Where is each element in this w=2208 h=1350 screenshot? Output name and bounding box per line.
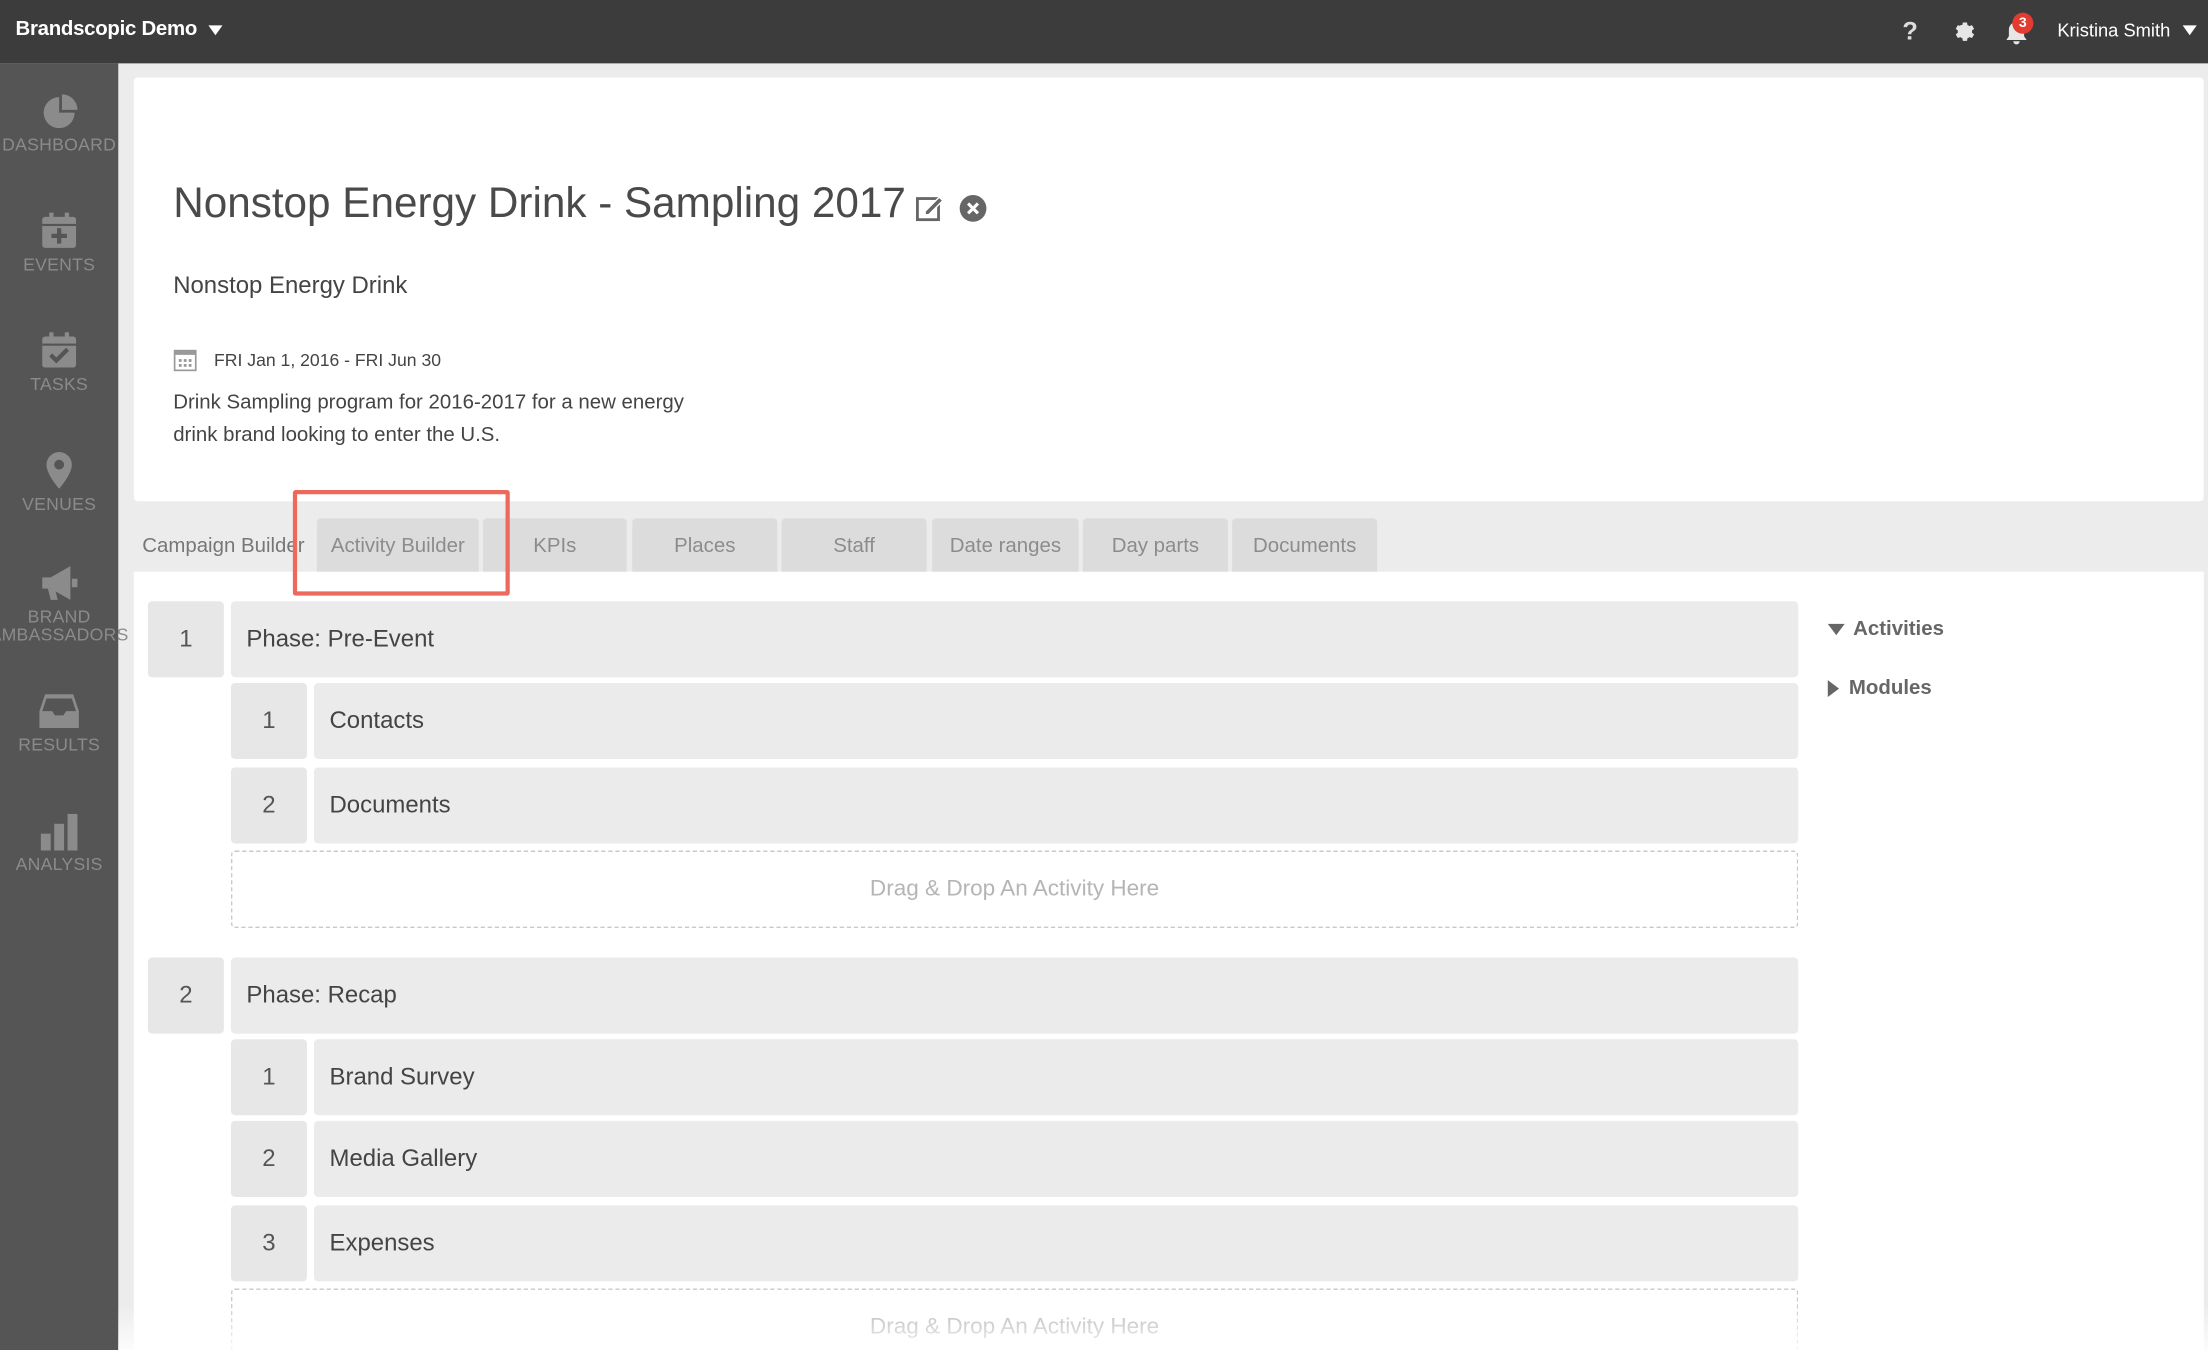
tab-campaign-builder[interactable]: Campaign Builder	[133, 518, 310, 574]
sidebar-item-venues[interactable]: VENUES	[0, 451, 118, 514]
tab-date-ranges[interactable]: Date ranges	[932, 518, 1079, 574]
activity-media-gallery[interactable]: Media Gallery	[314, 1120, 1799, 1197]
activity-number: 1	[230, 682, 307, 759]
activity-number: 2	[230, 1120, 307, 1197]
sidebar-item-analysis[interactable]: ANALYSIS	[0, 811, 118, 874]
caret-down-icon	[1827, 623, 1845, 636]
activity-documents[interactable]: Documents	[314, 767, 1799, 844]
user-name: Kristina Smith	[2057, 19, 2171, 41]
tab-places[interactable]: Places	[632, 518, 778, 574]
company-switcher[interactable]: Brandscopic Demo	[15, 18, 223, 41]
company-name: Brandscopic Demo	[15, 18, 198, 41]
sidebar-item-label: RESULTS	[18, 735, 101, 755]
calendar-icon	[173, 349, 197, 372]
activity-number: 2	[230, 767, 307, 844]
sidebar-item-events[interactable]: EVENTS	[0, 211, 118, 274]
brand-name: Nonstop Energy Drink	[173, 271, 408, 299]
sidebar-item-label: VENUES	[22, 494, 97, 514]
date-range: FRI Jan 1, 2016 - FRI Jun 30	[214, 350, 442, 371]
sidebar-item-results[interactable]: RESULTS	[0, 691, 118, 754]
caret-right-icon	[1827, 680, 1840, 698]
calendar-plus-icon	[42, 212, 77, 248]
calendar-check-icon	[42, 332, 77, 368]
phase-header-pre-event[interactable]: Phase: Pre-Event	[230, 601, 1799, 678]
gear-icon[interactable]	[1952, 18, 1977, 43]
tab-day-parts[interactable]: Day parts	[1082, 518, 1228, 574]
sidebar-item-dashboard[interactable]: DASHBOARD	[0, 92, 118, 155]
activity-number: 1	[230, 1039, 307, 1116]
page-title: Nonstop Energy Drink - Sampling 2017	[173, 180, 906, 227]
user-menu[interactable]: Kristina Smith	[2057, 19, 2198, 41]
megaphone-icon	[42, 566, 78, 600]
close-icon[interactable]	[959, 194, 987, 222]
sidebar-item-label: EVENTS	[23, 254, 96, 275]
help-icon[interactable]: ?	[1902, 17, 1917, 47]
modules-toggle[interactable]: Modules	[1827, 677, 1932, 700]
notification-badge: 3	[2012, 12, 2034, 34]
phase-number: 2	[147, 957, 224, 1034]
sidebar-item-label: ANALYSIS	[15, 854, 103, 875]
tab-documents[interactable]: Documents	[1232, 518, 1378, 574]
activities-toggle[interactable]: Activities	[1827, 618, 1944, 641]
tab-activity-builder[interactable]: Activity Builder	[316, 518, 479, 574]
tab-staff[interactable]: Staff	[781, 518, 927, 574]
top-bar: Brandscopic Demo ? 3 Kristina Smith	[0, 0, 2208, 64]
activity-expenses[interactable]: Expenses	[314, 1205, 1799, 1282]
chevron-down-icon	[2182, 25, 2198, 36]
tab-kpis[interactable]: KPIs	[482, 518, 627, 574]
chevron-down-icon	[208, 24, 223, 35]
sidebar-item-brand-ambassadors[interactable]: BRAND AMBASSADORS	[0, 563, 128, 645]
campaign-header: Nonstop Energy Drink - Sampling 2017 Non…	[133, 77, 2204, 502]
sidebar: DASHBOARD EVENTS TASKS VENUES BRAND AMBA…	[0, 63, 128, 1350]
activity-dropzone[interactable]: Drag & Drop An Activity Here	[230, 850, 1799, 928]
modules-label: Modules	[1848, 677, 1932, 700]
activities-label: Activities	[1853, 618, 1944, 641]
dashboard-icon	[43, 94, 78, 129]
map-pin-icon	[46, 452, 72, 489]
inbox-icon	[39, 694, 79, 729]
phase-header-recap[interactable]: Phase: Recap	[230, 957, 1799, 1034]
activity-brand-survey[interactable]: Brand Survey	[314, 1039, 1799, 1116]
phase-number: 1	[147, 601, 224, 678]
campaign-description: Drink Sampling program for 2016-2017 for…	[173, 391, 684, 447]
sidebar-item-label: DASHBOARD	[2, 135, 117, 155]
activity-dropzone[interactable]: Drag & Drop An Activity Here	[230, 1288, 1799, 1350]
edit-icon[interactable]	[915, 193, 946, 224]
sidebar-item-label: TASKS	[30, 374, 89, 395]
bar-chart-icon	[40, 813, 78, 851]
sidebar-item-tasks[interactable]: TASKS	[0, 331, 118, 394]
activity-contacts[interactable]: Contacts	[314, 682, 1799, 759]
sidebar-item-label: BRAND AMBASSADORS	[0, 606, 129, 645]
activity-number: 3	[230, 1205, 307, 1282]
app-frame: Brandscopic Demo ? 3 Kristina Smith DASH…	[0, 0, 2208, 1350]
